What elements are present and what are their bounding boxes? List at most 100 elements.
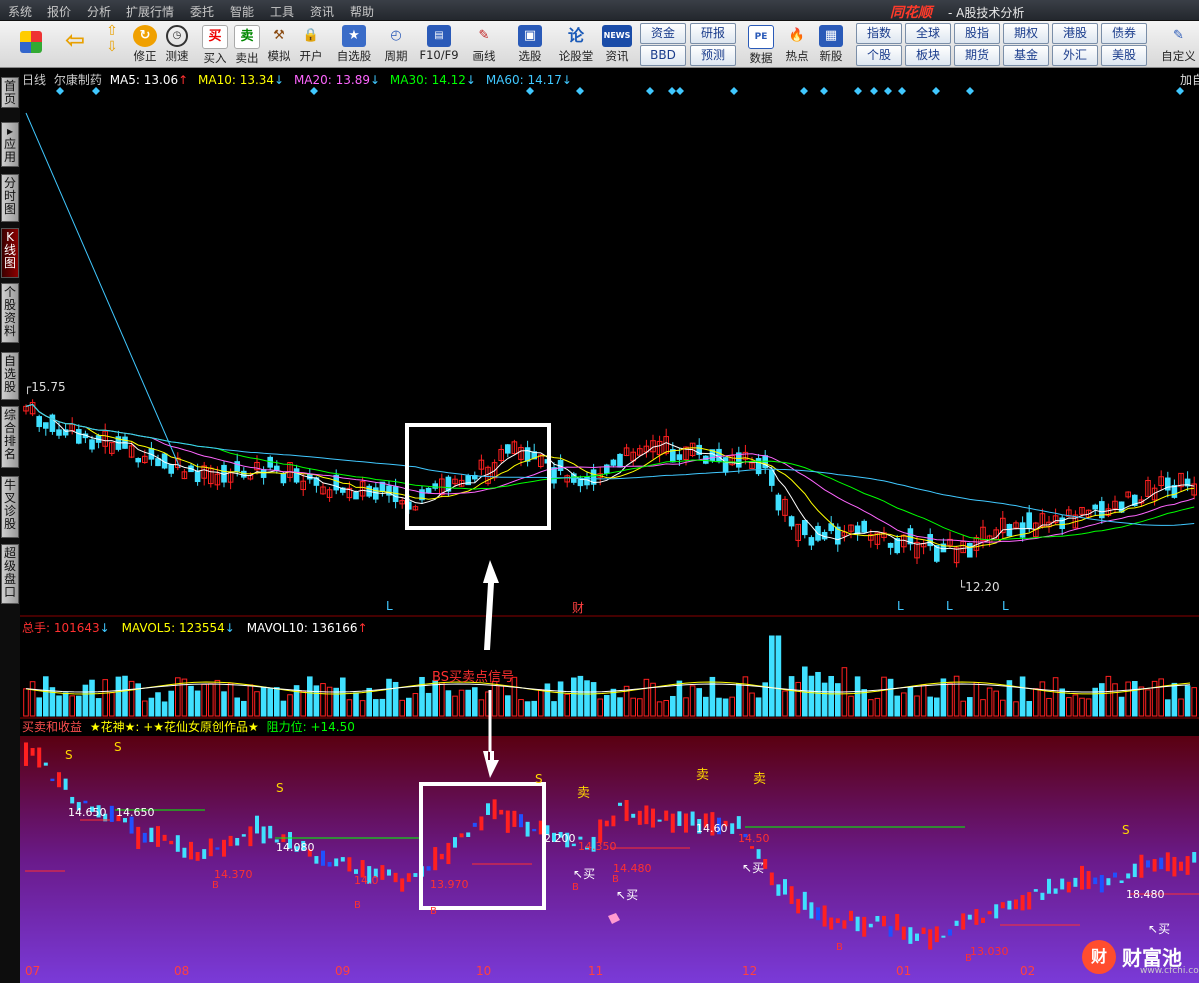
volume-bar [881,676,887,717]
menu-item-smart[interactable]: 智能 [230,3,254,20]
tab-intraday[interactable]: 分时图 [1,174,19,222]
candle-body [241,470,247,478]
watermark: 财 财富池 www.cfchi.com [1082,938,1199,978]
layout-button[interactable] [14,23,48,65]
watchlist-button[interactable]: ★ 自选股 [334,23,374,65]
candle-body [551,467,557,484]
volume-bar [967,697,973,717]
bbd-button[interactable]: BBD [640,45,686,66]
indicator-bar [519,814,523,828]
volume-bar [234,697,240,717]
candle-body [1171,484,1178,498]
volume-bar [491,680,498,717]
signal-s: S [1122,823,1130,837]
tab-watchlist[interactable]: 自选股 [1,352,19,400]
watermark-url: www.cfchi.com [1140,966,1199,976]
indicator-author: ★花神★: +★花仙女原创作品★ [89,720,259,734]
kline-chart-area[interactable]: 日线 尔康制药 MA5: 13.06↑ MA10: 13.34↓ MA20: 1… [20,68,1199,983]
tab-kline[interactable]: K线图 [1,228,19,278]
fund-button[interactable]: 基金 [1003,45,1049,66]
menu-item-system[interactable]: 系统 [8,3,32,20]
global-button[interactable]: 全球 [905,23,951,44]
f10-button[interactable]: ▤ F10/F9 [418,23,460,65]
arrow-down-icon[interactable]: ⇩ [98,39,126,55]
tab-diagnosis[interactable]: 牛叉诊股 [1,476,19,538]
back-button[interactable]: ⇦ [58,23,92,65]
draw-line-button[interactable]: ✎ 画线 [466,23,502,65]
indicator-bar [855,916,860,932]
menu-item-order[interactable]: 委托 [190,3,214,20]
volume-bar [663,699,670,717]
volume-bar [960,700,967,717]
add-watchlist-link[interactable]: 加自 [1180,71,1199,88]
ipo-button[interactable]: ▦ 新股 [814,23,848,65]
menu-item-tools[interactable]: 工具 [270,3,294,20]
stock-index-button[interactable]: 股指 [954,23,1000,44]
level-label: 14.650 [116,806,155,819]
signal-diamond [730,87,738,95]
stock-button[interactable]: 个股 [856,45,902,66]
sell-button[interactable]: 卖卖出 [230,23,264,65]
tab-ranking[interactable]: 综合排名 [1,406,19,468]
hk-button[interactable]: 港股 [1052,23,1098,44]
indicator-bar [981,917,985,923]
customize-label: 自定义 [1161,49,1196,63]
indicator-bar [380,865,385,880]
ma10-value: MA10: 13.34 [198,73,275,87]
fix-button[interactable]: ↻ 修正 [128,23,162,65]
menu-item-extended[interactable]: 扩展行情 [126,3,174,20]
volume-bar [683,697,689,717]
indicator-bar [321,850,325,866]
stock-picker-button[interactable]: ▣ 选股 [512,23,548,65]
open-account-button[interactable]: 🔒 开户 [294,23,328,65]
menu-item-quote[interactable]: 报价 [47,3,71,20]
tab-home[interactable]: 首页 [1,77,19,108]
volume-bar [782,690,788,717]
volume-bar [109,692,115,717]
volume-bar [1145,689,1151,717]
speedtest-button[interactable]: ◷ 测速 [160,23,194,65]
bond-button[interactable]: 债券 [1101,23,1147,44]
indicator-bar [334,858,339,867]
page-updown[interactable]: ⇧ ⇩ [98,23,126,65]
sector-button[interactable]: 板块 [905,45,951,66]
hot-button[interactable]: 🔥 热点 [780,23,814,65]
volume-bar [1118,696,1125,717]
data-button[interactable]: PE 数据 [744,23,778,65]
x-axis-label: 11 [588,964,604,978]
tab-apps[interactable]: ▸ 应用 [1,122,19,167]
us-stock-button[interactable]: 美股 [1101,45,1147,66]
forex-button[interactable]: 外汇 [1052,45,1098,66]
volume-bar [868,699,874,717]
forum-button[interactable]: 论论股堂 [556,23,596,65]
index-button[interactable]: 指数 [856,23,902,44]
menu-item-help[interactable]: 帮助 [350,3,374,20]
period-button[interactable]: ◴ 周期 [378,23,414,65]
tab-stock-profile[interactable]: 个股资料 [1,283,19,343]
forum-icon: 论 [567,26,584,45]
annotation-label: BS买卖点信号 [432,670,514,685]
options-button[interactable]: 期权 [1003,23,1049,44]
signal-b: B [572,882,579,893]
forecast-button[interactable]: 预测 [690,45,736,66]
menu-item-analysis[interactable]: 分析 [87,3,111,20]
tab-level2[interactable]: 超级盘口 [1,544,19,604]
simulate-button[interactable]: ⚒ 模拟 [262,23,296,65]
indicator-bar [1146,860,1150,868]
buy-icon: 买 [202,25,228,49]
arrow-up-icon[interactable]: ⇧ [98,23,126,39]
futures-button[interactable]: 期货 [954,45,1000,66]
menu-item-info[interactable]: 资讯 [310,3,334,20]
customize-button[interactable]: ✎ 自定义 [1158,23,1199,65]
research-button[interactable]: 研报 [690,23,736,44]
indicator-bar [241,834,246,837]
volume-header: 总手: 101643↓ MAVOL5: 123554↓ MAVOL10: 136… [22,619,368,636]
l-marker: L [1002,599,1009,613]
news-button[interactable]: NEWS 资讯 [600,23,634,65]
capital-button[interactable]: 资金 [640,23,686,44]
l-marker: L [386,599,393,613]
watermark-icon: 财 [1082,940,1116,974]
buy-button[interactable]: 买买入 [198,23,232,65]
indicator-bar [802,891,807,910]
candle-body [505,444,511,454]
